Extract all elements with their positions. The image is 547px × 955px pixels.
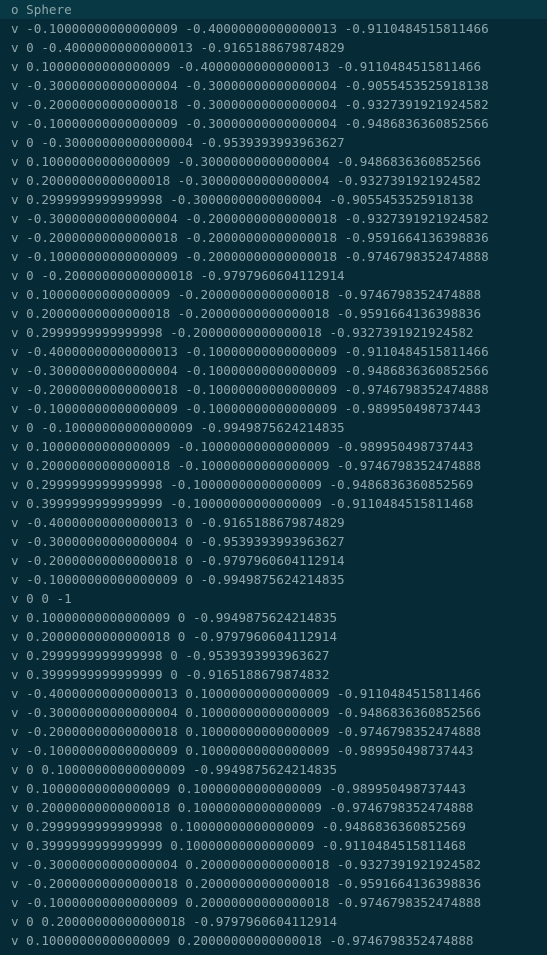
editor-line[interactable]: v 0.10000000000000009 -0.400000000000000… [0, 57, 547, 76]
editor-line[interactable]: v 0 -0.20000000000000018 -0.979796060411… [0, 266, 547, 285]
editor-line[interactable]: v 0 0.10000000000000009 -0.9949875624214… [0, 760, 547, 779]
editor-line[interactable]: v 0.20000000000000018 -0.300000000000000… [0, 171, 547, 190]
editor-line[interactable]: v -0.20000000000000018 -0.20000000000000… [0, 228, 547, 247]
editor-line[interactable]: v 0.10000000000000009 -0.200000000000000… [0, 285, 547, 304]
editor-line-object-name[interactable]: o Sphere [0, 0, 547, 19]
editor-line[interactable]: v -0.10000000000000009 -0.30000000000000… [0, 114, 547, 133]
editor-line[interactable]: v 0.10000000000000009 -0.300000000000000… [0, 152, 547, 171]
editor-line[interactable]: v 0.10000000000000009 0 -0.9949875624214… [0, 608, 547, 627]
editor-line[interactable]: v -0.10000000000000009 -0.20000000000000… [0, 247, 547, 266]
editor-line[interactable]: v 0.2999999999999998 -0.1000000000000000… [0, 475, 547, 494]
editor-line[interactable]: v 0 -0.10000000000000009 -0.994987562421… [0, 418, 547, 437]
editor-line[interactable]: v 0.20000000000000018 0 -0.9797960604112… [0, 627, 547, 646]
editor-line[interactable]: v 0.3999999999999999 0.10000000000000009… [0, 836, 547, 855]
editor-line[interactable]: v -0.30000000000000004 0 -0.953939399396… [0, 532, 547, 551]
editor-line[interactable]: v -0.20000000000000018 0.200000000000000… [0, 874, 547, 893]
editor-line[interactable]: v -0.30000000000000004 -0.10000000000000… [0, 361, 547, 380]
editor-line[interactable]: v -0.20000000000000018 0.100000000000000… [0, 722, 547, 741]
editor-line[interactable]: v -0.30000000000000004 0.200000000000000… [0, 855, 547, 874]
editor-line[interactable]: v 0 -0.30000000000000004 -0.953939399396… [0, 133, 547, 152]
editor-line[interactable]: v 0 -0.40000000000000013 -0.916518867987… [0, 38, 547, 57]
editor-line[interactable]: v 0.2999999999999998 0 -0.95393939939636… [0, 646, 547, 665]
editor-line[interactable]: v -0.10000000000000009 0.100000000000000… [0, 741, 547, 760]
editor-line[interactable]: v 0.10000000000000009 -0.100000000000000… [0, 437, 547, 456]
editor-line[interactable]: v -0.40000000000000013 -0.10000000000000… [0, 342, 547, 361]
editor-line[interactable]: v 0.10000000000000009 0.2000000000000001… [0, 931, 547, 950]
editor-line[interactable]: v 0.10000000000000009 0.1000000000000000… [0, 779, 547, 798]
editor-line[interactable]: v 0.20000000000000018 -0.200000000000000… [0, 304, 547, 323]
editor-line[interactable]: v 0.2999999999999998 0.10000000000000009… [0, 817, 547, 836]
editor-line[interactable]: v -0.40000000000000013 0 -0.916518867987… [0, 513, 547, 532]
editor-line[interactable]: v 0 0.20000000000000018 -0.9797960604112… [0, 912, 547, 931]
editor-line[interactable]: v 0.3999999999999999 -0.1000000000000000… [0, 494, 547, 513]
editor-line[interactable]: v -0.30000000000000004 -0.30000000000000… [0, 76, 547, 95]
editor-line[interactable]: v -0.20000000000000018 -0.30000000000000… [0, 95, 547, 114]
editor-line[interactable]: v 0.20000000000000018 -0.100000000000000… [0, 456, 547, 475]
editor-line[interactable]: v 0.2999999999999998 -0.2000000000000001… [0, 323, 547, 342]
editor-line[interactable]: v -0.10000000000000009 -0.10000000000000… [0, 399, 547, 418]
text-editor[interactable]: o Sphere v -0.10000000000000009 -0.40000… [0, 0, 547, 955]
editor-line[interactable]: v 0.2999999999999998 -0.3000000000000000… [0, 190, 547, 209]
editor-line[interactable]: v 0.3999999999999999 0 -0.91651886798748… [0, 665, 547, 684]
editor-line[interactable]: v -0.30000000000000004 0.100000000000000… [0, 703, 547, 722]
editor-line[interactable]: v -0.40000000000000013 0.100000000000000… [0, 684, 547, 703]
editor-line[interactable]: v -0.10000000000000009 -0.40000000000000… [0, 19, 547, 38]
editor-line[interactable]: v -0.10000000000000009 0 -0.994987562421… [0, 570, 547, 589]
editor-line[interactable]: v -0.10000000000000009 0.200000000000000… [0, 893, 547, 912]
editor-line[interactable]: v -0.30000000000000004 -0.20000000000000… [0, 209, 547, 228]
editor-line[interactable]: v -0.20000000000000018 -0.10000000000000… [0, 380, 547, 399]
editor-line[interactable]: v 0 0 -1 [0, 589, 547, 608]
editor-line[interactable]: v 0.20000000000000018 0.1000000000000000… [0, 798, 547, 817]
editor-line[interactable]: v -0.20000000000000018 0 -0.979796060411… [0, 551, 547, 570]
